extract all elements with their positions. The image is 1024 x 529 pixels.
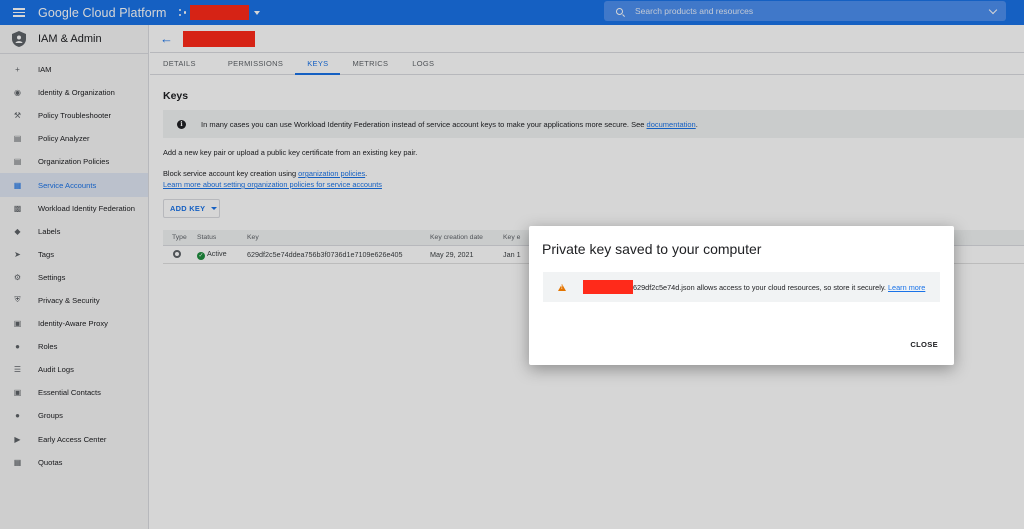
warning-icon bbox=[558, 283, 566, 291]
close-button[interactable]: CLOSE bbox=[910, 340, 938, 349]
learn-more-link[interactable]: Learn more bbox=[888, 283, 925, 292]
dialog-title: Private key saved to your computer bbox=[542, 241, 762, 257]
warning-message: 629df2c5e74d.json allows access to your … bbox=[633, 282, 886, 292]
warning-message-box: 629df2c5e74d.json allows access to your … bbox=[543, 272, 940, 302]
warning-text: 629df2c5e74d.json allows access to your … bbox=[633, 283, 925, 292]
redacted-key-filename bbox=[583, 280, 633, 294]
private-key-dialog: Private key saved to your computer 629df… bbox=[529, 226, 954, 365]
